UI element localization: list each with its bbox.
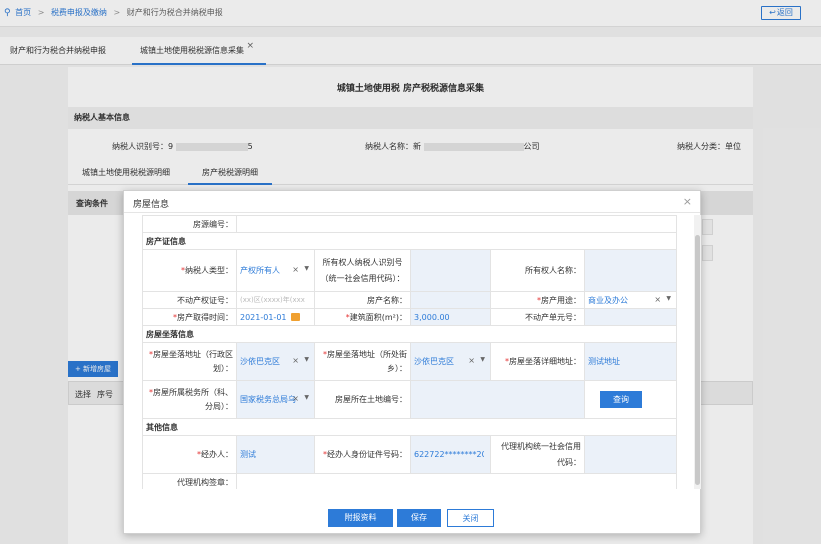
- addr-street-label-line1: 房屋坐落地址（所处街: [327, 349, 407, 359]
- property-cert-placeholder: (xx)区(xxxx)年(xxx: [240, 296, 305, 304]
- land-number-label: 房屋所在土地编号：: [314, 380, 411, 419]
- addr-detail-field[interactable]: 测试地址: [583, 342, 678, 381]
- acquire-time-label-text: 房产取得时间：: [177, 312, 233, 322]
- owner-id-label-line2: （统一社会信用代码）：: [320, 273, 405, 283]
- select-wrapper: 商业及办公 × ▼: [588, 295, 673, 306]
- owner-name-field[interactable]: [583, 249, 678, 292]
- owner-type-value: 产权所有人: [240, 266, 280, 275]
- addr-district-label-line1: 房屋坐落地址（行政区: [153, 349, 233, 359]
- addr-street-select[interactable]: 沙依巴克区 × ▼: [410, 342, 491, 381]
- agent-id-value: 622722********20: [414, 450, 484, 459]
- owner-type-label-text: 纳税人类型：: [185, 266, 233, 275]
- acquire-time-value: 2021-01-01: [240, 312, 287, 322]
- clear-icon[interactable]: ×: [468, 356, 475, 365]
- addr-district-label: *房屋坐落地址（行政区 划）：: [142, 342, 237, 381]
- calendar-icon[interactable]: [290, 313, 300, 321]
- select-wrapper: 产权所有人 × ▼: [240, 265, 311, 276]
- owner-id-field[interactable]: [410, 249, 491, 292]
- agent-field[interactable]: 测试: [236, 435, 315, 474]
- clear-icon[interactable]: ×: [654, 295, 661, 304]
- clear-icon[interactable]: ×: [292, 356, 299, 365]
- other-section-title: 其他信息: [142, 418, 678, 436]
- dropdown-icon[interactable]: ▼: [304, 356, 309, 363]
- addr-street-value: 沙依巴克区: [414, 357, 454, 366]
- agency-code-label: 代理机构统一社会信用代码：: [490, 435, 585, 474]
- house-info-form: 房源编号： 房产证信息 *纳税人类型： 产权所有人 × ▼ 所有权人纳税人识别号 （统…: [142, 215, 678, 489]
- property-use-select[interactable]: 商业及办公 × ▼: [583, 291, 678, 309]
- dropdown-icon[interactable]: ▼: [480, 356, 485, 363]
- house-info-modal: 房屋信息 × 房源编号： 房产证信息 *纳税人类型： 产权所有人 × ▼ 所有权人纳…: [123, 190, 701, 534]
- house-number-label: 房源编号：: [142, 215, 237, 233]
- owner-type-label: *纳税人类型：: [142, 249, 237, 292]
- clear-icon[interactable]: ×: [292, 394, 299, 403]
- addr-street-label: *房屋坐落地址（所处街 乡）：: [314, 342, 411, 381]
- property-use-label-text: 房产用途：: [541, 295, 581, 305]
- query-button[interactable]: 查询: [600, 391, 642, 408]
- property-name-label: 房产名称：: [314, 291, 411, 309]
- addr-street-label-line2: 乡）：: [387, 363, 407, 373]
- building-area-label-text: 建筑面积(m²)：: [349, 312, 407, 322]
- dropdown-icon[interactable]: ▼: [304, 265, 309, 272]
- save-button[interactable]: 保存: [397, 509, 441, 527]
- property-name-field[interactable]: [410, 291, 491, 309]
- attach-files-button[interactable]: 附报资料: [328, 509, 393, 527]
- owner-id-label-line1: 所有权人纳税人识别号: [322, 257, 403, 267]
- tax-office-value: 国家税务总局乌: [240, 395, 296, 404]
- owner-id-label: 所有权人纳税人识别号 （统一社会信用代码）：: [314, 249, 411, 292]
- agent-label: *经办人：: [142, 435, 237, 474]
- cert-section-title: 房产证信息: [142, 232, 678, 250]
- tax-office-label-line1: 房屋所属税务所（科、: [153, 387, 233, 397]
- unit-number-label: 不动产单元号：: [490, 308, 585, 326]
- house-number-field[interactable]: [235, 215, 678, 233]
- building-area-label: *建筑面积(m²)：: [314, 308, 411, 326]
- agency-code-label-line2: 代码：: [557, 457, 581, 467]
- land-number-field[interactable]: [410, 380, 585, 419]
- location-section-title: 房屋坐落信息: [142, 325, 678, 343]
- addr-district-select[interactable]: 沙依巴克区 × ▼: [236, 342, 315, 381]
- agent-id-label-text: 经办人身份证件号码：: [327, 450, 407, 459]
- close-button[interactable]: 关闭: [447, 509, 494, 527]
- owner-type-select[interactable]: 产权所有人 × ▼: [236, 249, 315, 292]
- scrollbar[interactable]: [694, 215, 701, 489]
- modal-title: 房屋信息: [133, 200, 170, 210]
- addr-detail-label-text: 房屋坐落详细地址：: [509, 357, 581, 366]
- agency-seal-field[interactable]: [235, 473, 678, 489]
- dropdown-icon[interactable]: ▼: [304, 394, 309, 401]
- modal-header: 房屋信息 ×: [124, 191, 700, 213]
- addr-detail-label: *房屋坐落详细地址：: [490, 342, 585, 381]
- acquire-time-label: *房产取得时间：: [142, 308, 237, 326]
- building-area-field[interactable]: 3,000.00: [410, 308, 491, 326]
- acquire-time-field[interactable]: 2021-01-01: [236, 308, 315, 326]
- query-cell: 查询: [583, 380, 678, 419]
- property-use-label: *房产用途：: [490, 291, 585, 309]
- modal-body: 房源编号： 房产证信息 *纳税人类型： 产权所有人 × ▼ 所有权人纳税人识别号 （统…: [142, 215, 701, 489]
- unit-number-field[interactable]: [583, 308, 678, 326]
- modal-footer: 附报资料 保存 关闭: [124, 507, 700, 531]
- tax-office-label-line2: 分局）：: [205, 401, 233, 411]
- agent-label-text: 经办人：: [201, 450, 233, 459]
- scrollbar-thumb[interactable]: [695, 235, 700, 485]
- agent-id-label: *经办人身份证件号码：: [314, 435, 411, 474]
- tax-office-select[interactable]: 国家税务总局乌 × ▼: [236, 380, 315, 419]
- agency-code-field[interactable]: [583, 435, 678, 474]
- select-wrapper: 沙依巴克区 × ▼: [240, 356, 311, 367]
- property-use-value: 商业及办公: [588, 295, 628, 305]
- addr-district-label-line2: 划）：: [213, 363, 233, 373]
- select-wrapper: 国家税务总局乌 × ▼: [240, 394, 311, 405]
- owner-name-label: 所有权人名称：: [490, 249, 585, 292]
- dropdown-icon[interactable]: ▼: [666, 295, 671, 302]
- property-cert-field[interactable]: (xx)区(xxxx)年(xxx: [236, 291, 315, 309]
- select-wrapper: 沙依巴克区 × ▼: [414, 356, 487, 367]
- addr-district-value: 沙依巴克区: [240, 357, 280, 366]
- clear-icon[interactable]: ×: [292, 265, 299, 274]
- property-cert-label: 不动产权证号：: [142, 291, 237, 309]
- tax-office-label: *房屋所属税务所（科、 分局）：: [142, 380, 237, 419]
- agency-seal-label: 代理机构签章：: [142, 473, 237, 489]
- agency-code-label-line1: 代理机构统一社会信用: [501, 441, 581, 451]
- agent-id-field[interactable]: 622722********20: [410, 435, 491, 474]
- close-icon[interactable]: ×: [683, 195, 692, 208]
